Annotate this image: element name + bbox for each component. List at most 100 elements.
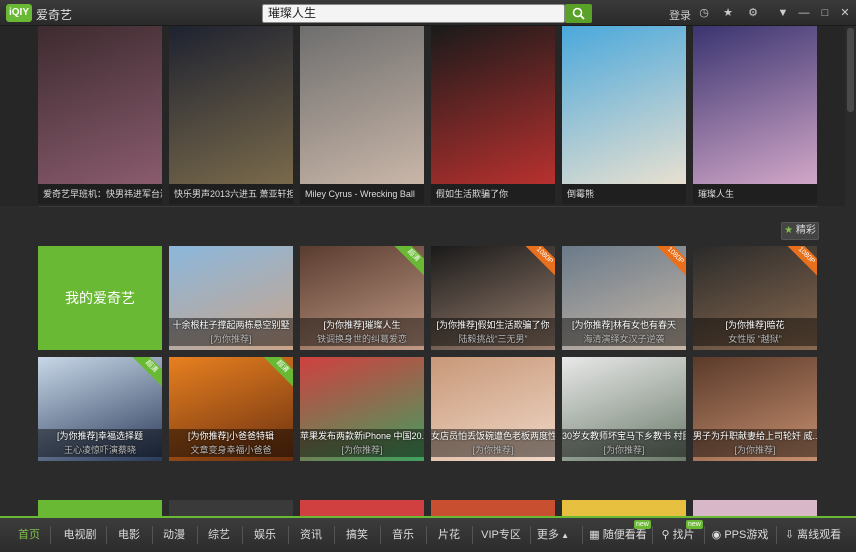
nav-news[interactable]: 资讯 — [292, 518, 330, 552]
banner-caption: Miley Cyrus - Wrecking Ball — [300, 184, 424, 204]
nav-anime[interactable]: 动漫 — [155, 518, 193, 552]
minimize-icon[interactable]: — — [797, 6, 811, 20]
film-icon: ▦ — [589, 529, 600, 541]
tile-title: 30岁女教师坏宝马下乡教书 村民... — [562, 429, 686, 443]
history-icon[interactable]: ◷ — [697, 6, 711, 20]
jingcai-button[interactable]: ★ 精彩 — [781, 222, 819, 240]
scrollbar[interactable] — [845, 26, 856, 516]
tile-subtitle: 铁调换身世的纠葛爱恋 — [300, 332, 424, 346]
tile-subtitle: [为你推荐] — [693, 443, 817, 457]
video-tile[interactable] — [38, 500, 162, 516]
video-tile[interactable]: 男子为升职献妻给上司轮奸 威... [为你推荐] — [693, 357, 817, 461]
download-icon: ⇩ — [784, 529, 795, 541]
nav-tv[interactable]: 电视剧 — [58, 518, 102, 552]
search-input[interactable]: 璀璨人生 — [262, 4, 565, 23]
nav-home[interactable]: 首页 — [10, 518, 48, 552]
tile-subtitle: 海清演绎女汉子逆袭 — [562, 332, 686, 346]
tile-title: [为你推荐]暗花 — [693, 318, 817, 332]
divider — [704, 526, 705, 544]
nav-more-label: 更多 — [536, 529, 559, 541]
divider — [242, 526, 243, 544]
video-tile[interactable] — [169, 500, 293, 516]
tile-subtitle: [为你推荐] — [169, 332, 293, 346]
banner-card[interactable]: Miley Cyrus - Wrecking Ball — [300, 26, 424, 204]
video-tile[interactable]: 超清 [为你推荐]幸福选择题 王心凌惊吓演蔡晓 — [38, 357, 162, 461]
menu-icon[interactable]: ▼ — [776, 6, 790, 20]
chevron-up-icon: ▲ — [558, 531, 570, 540]
banner-card[interactable]: 快乐男声2013六进五 萧亚轩担 — [169, 26, 293, 204]
tile-title: 十余根柱子撑起两栋悬空别墅 — [169, 318, 293, 332]
banner-caption: 假如生活欺骗了你 — [431, 184, 555, 204]
video-tile[interactable]: 女店员怕丢饭碗遭色老板两度性侵 [为你推荐] — [431, 357, 555, 461]
tile-subtitle: [为你推荐] — [431, 443, 555, 457]
divider — [152, 526, 153, 544]
banner-card[interactable]: 倒霉熊 — [562, 26, 686, 204]
skin-icon[interactable]: ⚙ — [746, 6, 760, 20]
nav-more[interactable]: 更多 ▲ — [534, 518, 572, 552]
divider — [426, 526, 427, 544]
banner-card[interactable]: 爱奇艺早班机：快男祎进军台湾 — [38, 26, 162, 204]
video-tile[interactable]: 1080P [为你推荐]林有女也有春天 海清演绎女汉子逆袭 — [562, 246, 686, 350]
scrollbar-thumb[interactable] — [847, 28, 854, 112]
nav-music[interactable]: 音乐 — [384, 518, 422, 552]
login-link[interactable]: 登录 — [669, 7, 691, 23]
divider — [334, 526, 335, 544]
bottom-nav: 首页 电视剧 电影 动漫 综艺 娱乐 资讯 搞笑 音乐 片花 VIP专区 更多 … — [0, 516, 856, 552]
divider — [197, 526, 198, 544]
tile-subtitle: 陆毅挑战“三无男” — [431, 332, 555, 346]
tile-subtitle: [为你推荐] — [300, 443, 424, 457]
divider — [106, 526, 107, 544]
nav-variety[interactable]: 综艺 — [200, 518, 238, 552]
pps-games-button[interactable]: ◉ PPS游戏 — [710, 518, 770, 552]
maximize-icon[interactable]: □ — [818, 6, 832, 20]
divider — [38, 206, 818, 207]
tile-subtitle: [为你推荐] — [562, 443, 686, 457]
jingcai-label: 精彩 — [795, 225, 816, 236]
nav-trailer[interactable]: 片花 — [430, 518, 468, 552]
video-tile[interactable]: 十余根柱子撑起两栋悬空别墅 [为你推荐] — [169, 246, 293, 350]
video-tile[interactable]: 1080P [为你推荐]暗花 女性版 “越狱” — [693, 246, 817, 350]
divider — [380, 526, 381, 544]
nav-funny[interactable]: 搞笑 — [338, 518, 376, 552]
divider — [652, 526, 653, 544]
divider — [530, 526, 531, 544]
favorite-icon[interactable]: ★ — [721, 6, 735, 20]
thumbnail — [562, 26, 686, 184]
video-tile[interactable] — [431, 500, 555, 516]
offline-watch-button[interactable]: ⇩ 离线观看 — [782, 518, 844, 552]
video-tile[interactable] — [693, 500, 817, 516]
new-badge: new — [686, 520, 703, 529]
video-tile[interactable] — [562, 500, 686, 516]
divider — [288, 526, 289, 544]
thumbnail — [693, 26, 817, 184]
close-icon[interactable]: ✕ — [838, 6, 852, 20]
app-name: 爱奇艺 — [36, 8, 73, 22]
banner-caption: 璀璨人生 — [693, 184, 817, 204]
find-movie-label: 找片 — [672, 529, 695, 541]
video-tile[interactable]: 1080P [为你推荐]假如生活欺骗了你 陆毅挑战“三无男” — [431, 246, 555, 350]
banner-card[interactable]: 璀璨人生 — [693, 26, 817, 204]
nav-vip[interactable]: VIP专区 — [476, 518, 526, 552]
title-bar: iQIY 爱奇艺 璀璨人生 登录 ◷ ★ ⚙ ▼ — □ ✕ — [0, 0, 856, 26]
divider — [776, 526, 777, 544]
banner-card[interactable]: 假如生活欺骗了你 — [431, 26, 555, 204]
video-tile[interactable]: 超清 [为你推荐]小爸爸特辑 文章变身幸福小爸爸 — [169, 357, 293, 461]
nav-entertainment[interactable]: 娱乐 — [246, 518, 284, 552]
divider — [472, 526, 473, 544]
my-iqiyi-tile[interactable]: 我的爱奇艺 — [38, 246, 162, 350]
nav-movie[interactable]: 电影 — [110, 518, 148, 552]
thumbnail — [169, 26, 293, 184]
thumbnail — [38, 26, 162, 184]
search-icon: ⚲ — [661, 529, 670, 541]
gamepad-icon: ◉ — [711, 529, 722, 541]
video-tile[interactable]: 超清 [为你推荐]璀璨人生 铁调换身世的纠葛爱恋 — [300, 246, 424, 350]
new-badge: new — [634, 520, 651, 529]
video-tile[interactable] — [300, 500, 424, 516]
thumbnail — [300, 26, 424, 184]
tile-title: 女店员怕丢饭碗遭色老板两度性侵 — [431, 429, 555, 443]
video-tile[interactable]: 苹果发布两款新iPhone 中国20... [为你推荐] — [300, 357, 424, 461]
video-tile[interactable]: 30岁女教师坏宝马下乡教书 村民... [为你推荐] — [562, 357, 686, 461]
divider — [582, 526, 583, 544]
offline-watch-label: 离线观看 — [797, 529, 842, 541]
search-button[interactable] — [565, 4, 592, 23]
